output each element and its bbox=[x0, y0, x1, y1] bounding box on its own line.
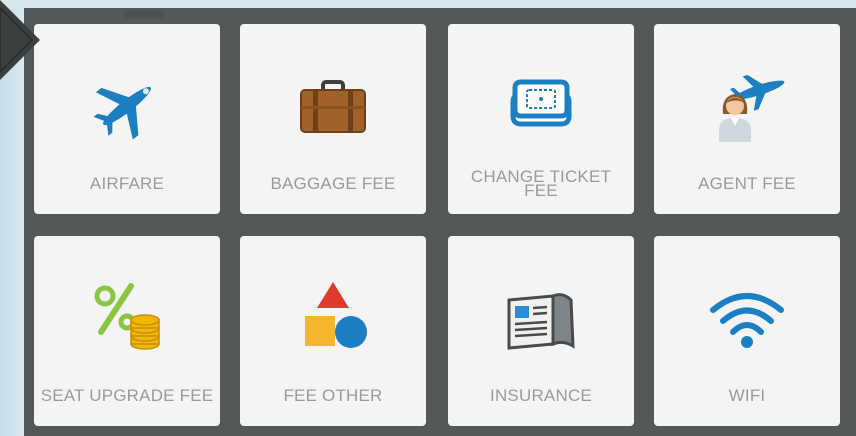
tile-seat-upgrade-fee[interactable]: SEAT UPGRADE FEE bbox=[34, 236, 220, 426]
tile-label: BAGGAGE FEE bbox=[270, 174, 396, 193]
tile-label: WIFI bbox=[728, 386, 766, 405]
back-arrow-icon[interactable] bbox=[0, 0, 40, 80]
tile-change-ticket-fee[interactable]: CHANGE TICKET FEE bbox=[448, 24, 634, 214]
document-icon bbox=[501, 278, 581, 358]
tile-airfare[interactable]: AIRFARE bbox=[34, 24, 220, 214]
tile-insurance[interactable]: INSURANCE bbox=[448, 236, 634, 426]
tile-label: SEAT UPGRADE FEE bbox=[40, 386, 214, 405]
ticket-icon bbox=[501, 66, 581, 146]
tile-agent-fee[interactable]: AGENT FEE bbox=[654, 24, 840, 214]
tile-fee-other[interactable]: FEE OTHER bbox=[240, 236, 426, 426]
background-top bbox=[0, 0, 856, 8]
tile-label: AIRFARE bbox=[89, 174, 165, 193]
tile-label: FEE OTHER bbox=[283, 386, 383, 405]
suitcase-icon bbox=[293, 66, 373, 146]
tile-wifi[interactable]: WIFI bbox=[654, 236, 840, 426]
percent-coins-icon bbox=[87, 278, 167, 358]
tile-label: CHANGE TICKET FEE bbox=[470, 167, 612, 200]
category-panel: AIRFARE BAGGAGE FEE CHANGE TICKET FEE AG… bbox=[24, 8, 856, 436]
shapes-icon bbox=[293, 278, 373, 358]
panel-notch bbox=[124, 10, 164, 18]
wifi-icon bbox=[707, 278, 787, 358]
tile-label: INSURANCE bbox=[490, 386, 592, 405]
tile-label: AGENT FEE bbox=[698, 174, 796, 193]
airplane-icon bbox=[87, 66, 167, 146]
agent-icon bbox=[707, 66, 787, 146]
tile-baggage-fee[interactable]: BAGGAGE FEE bbox=[240, 24, 426, 214]
